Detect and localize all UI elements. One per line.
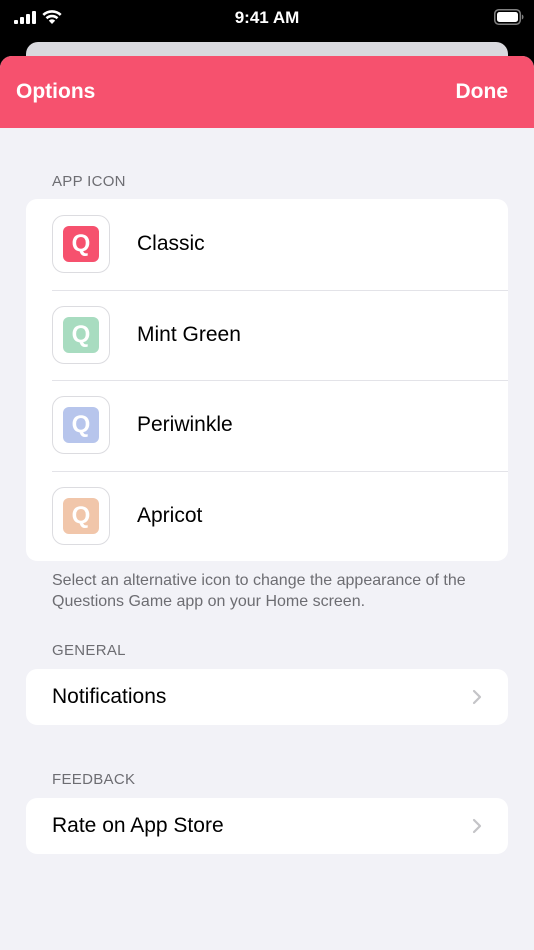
status-time: 9:41 AM	[234, 8, 300, 27]
app-icon-option-label: Periwinkle	[137, 413, 233, 436]
battery-icon	[494, 9, 524, 25]
q-logo-icon: Q	[63, 226, 99, 262]
app-icon-option-classic[interactable]: Q Classic	[26, 199, 508, 290]
navigation-bar: Options Done	[0, 56, 534, 128]
options-sheet: Options Done APP ICON Q Classic Q Mint G…	[0, 56, 534, 950]
general-list: Notifications	[26, 669, 508, 725]
app-icon-footer-note: Select an alternative icon to change the…	[52, 572, 466, 610]
section-header-app-icon: APP ICON	[52, 173, 126, 190]
feedback-list: Rate on App Store	[26, 798, 508, 854]
q-logo-icon: Q	[63, 407, 99, 443]
section-header-feedback: FEEDBACK	[52, 771, 136, 788]
chevron-right-icon	[472, 689, 482, 705]
app-icon-list: Q Classic Q Mint Green Q Periwinkle Q Ap…	[26, 199, 508, 561]
page-title: Options	[16, 80, 96, 103]
done-button[interactable]: Done	[456, 80, 509, 104]
section-header-general: GENERAL	[52, 642, 126, 659]
app-icon-preview: Q	[52, 215, 110, 273]
q-logo-icon: Q	[63, 316, 99, 353]
app-icon-option-periwinkle[interactable]: Q Periwinkle	[26, 380, 508, 471]
q-logo-icon: Q	[63, 497, 99, 534]
notifications-label: Notifications	[52, 685, 167, 708]
chevron-right-icon	[472, 818, 482, 834]
app-icon-option-label: Classic	[137, 232, 205, 255]
app-icon-option-label: Apricot	[137, 503, 203, 527]
app-icon-option-apricot[interactable]: Q Apricot	[26, 470, 508, 562]
status-bar: 9:41 AM	[0, 0, 534, 40]
app-icon-option-mint-green[interactable]: Q Mint Green	[26, 289, 508, 381]
rate-on-app-store-row[interactable]: Rate on App Store	[26, 798, 508, 854]
app-icon-preview: Q	[52, 396, 110, 454]
app-icon-preview: Q	[52, 305, 110, 364]
app-icon-option-label: Mint Green	[137, 322, 241, 346]
notifications-row[interactable]: Notifications	[26, 669, 508, 725]
rate-on-app-store-label: Rate on App Store	[52, 814, 224, 837]
app-icon-preview: Q	[52, 486, 110, 545]
